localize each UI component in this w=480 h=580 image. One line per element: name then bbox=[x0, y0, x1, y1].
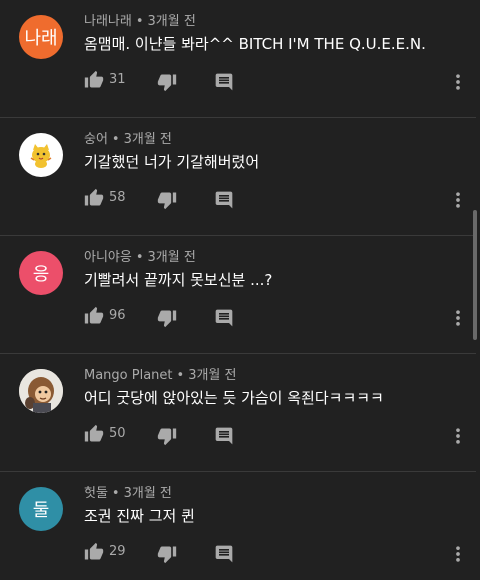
comment-meta: 헛둘 • 3개월 전 bbox=[84, 486, 172, 501]
thumbs-down-icon[interactable] bbox=[157, 426, 177, 446]
like-count: 29 bbox=[109, 544, 126, 559]
reply-icon[interactable] bbox=[214, 544, 234, 564]
comment-author[interactable]: 나래나래 bbox=[84, 14, 132, 29]
like-count: 58 bbox=[109, 190, 126, 205]
comment-meta: 나래나래 • 3개월 전 bbox=[84, 14, 196, 29]
more-options-icon[interactable] bbox=[450, 72, 466, 92]
reply-icon[interactable] bbox=[214, 426, 234, 446]
comment-item: 응 아니야응 • 3개월 전 기빨려서 끝까지 못보신분 ...? 96 bbox=[0, 236, 476, 354]
comment-meta: 숭어 • 3개월 전 bbox=[84, 132, 172, 147]
comment-text: 기갈했던 너가 기갈해버렸어 bbox=[84, 153, 260, 171]
like-count: 96 bbox=[109, 308, 126, 323]
thumbs-up-icon[interactable] bbox=[84, 424, 104, 444]
more-options-icon[interactable] bbox=[450, 544, 466, 564]
thumbs-up-icon[interactable] bbox=[84, 188, 104, 208]
comment-item: 둘 헛둘 • 3개월 전 조권 진짜 그저 퀸 29 bbox=[0, 472, 476, 580]
thumbs-up-icon[interactable] bbox=[84, 70, 104, 90]
reply-icon[interactable] bbox=[214, 190, 234, 210]
comment-actions: 29 bbox=[84, 540, 474, 566]
comment-actions: 58 bbox=[84, 186, 474, 212]
comment-text: 기빨려서 끝까지 못보신분 ...? bbox=[84, 271, 273, 289]
comment-time[interactable]: 3개월 전 bbox=[148, 14, 196, 29]
comment-item: 나래 나래나래 • 3개월 전 옴맴매. 이냔들 봐라^^ BITCH I'M TH… bbox=[0, 0, 476, 118]
avatar[interactable]: 응 bbox=[19, 251, 63, 295]
more-options-icon[interactable] bbox=[450, 426, 466, 446]
like-count: 31 bbox=[109, 72, 126, 87]
comment-time[interactable]: 3개월 전 bbox=[124, 486, 172, 501]
thumbs-down-icon[interactable] bbox=[157, 72, 177, 92]
comment-list: 나래 나래나래 • 3개월 전 옴맴매. 이냔들 봐라^^ BITCH I'M TH… bbox=[0, 0, 480, 580]
comment-time[interactable]: 3개월 전 bbox=[148, 250, 196, 265]
comment-actions: 50 bbox=[84, 422, 474, 448]
comment-author[interactable]: 아니야응 bbox=[84, 250, 132, 265]
avatar-initial: 응 bbox=[32, 264, 50, 285]
avatar[interactable] bbox=[19, 369, 63, 413]
comment-meta: 아니야응 • 3개월 전 bbox=[84, 250, 196, 265]
comment-actions: 31 bbox=[84, 68, 474, 94]
thumbs-down-icon[interactable] bbox=[157, 190, 177, 210]
cartoon-character-avatar-icon bbox=[19, 369, 63, 413]
comment-meta: Mango Planet • 3개월 전 bbox=[84, 368, 237, 383]
comment-text: 조권 진짜 그저 퀸 bbox=[84, 507, 195, 525]
avatar-initial: 둘 bbox=[32, 500, 50, 521]
scrollbar[interactable] bbox=[473, 210, 477, 340]
comment-text: 어디 굿당에 앉아있는 듯 가슴이 옥죈다ㅋㅋㅋㅋ bbox=[84, 389, 384, 407]
thumbs-down-icon[interactable] bbox=[157, 308, 177, 328]
more-options-icon[interactable] bbox=[450, 190, 466, 210]
avatar[interactable]: 둘 bbox=[19, 487, 63, 531]
reply-icon[interactable] bbox=[214, 308, 234, 328]
comment-text: 옴맴매. 이냔들 봐라^^ BITCH I'M THE Q.U.E.E.N. bbox=[84, 35, 426, 53]
comment-time[interactable]: 3개월 전 bbox=[188, 368, 236, 383]
comment-actions: 96 bbox=[84, 304, 474, 330]
reply-icon[interactable] bbox=[214, 72, 234, 92]
like-count: 50 bbox=[109, 426, 126, 441]
thumbs-down-icon[interactable] bbox=[157, 544, 177, 564]
comment-item: Mango Planet • 3개월 전 어디 굿당에 앉아있는 듯 가슴이 옥죈다… bbox=[0, 354, 476, 472]
avatar[interactable]: 나래 bbox=[19, 15, 63, 59]
thumbs-up-icon[interactable] bbox=[84, 542, 104, 562]
avatar[interactable] bbox=[19, 133, 63, 177]
comment-author[interactable]: Mango Planet bbox=[84, 368, 173, 383]
comment-author[interactable]: 헛둘 bbox=[84, 486, 108, 501]
comment-author[interactable]: 숭어 bbox=[84, 132, 108, 147]
yellow-cat-sticker-icon bbox=[30, 144, 52, 168]
avatar-initial: 나래 bbox=[24, 28, 58, 49]
thumbs-up-icon[interactable] bbox=[84, 306, 104, 326]
more-options-icon[interactable] bbox=[450, 308, 466, 328]
comment-time[interactable]: 3개월 전 bbox=[124, 132, 172, 147]
comment-item: 숭어 • 3개월 전 기갈했던 너가 기갈해버렸어 58 bbox=[0, 118, 476, 236]
